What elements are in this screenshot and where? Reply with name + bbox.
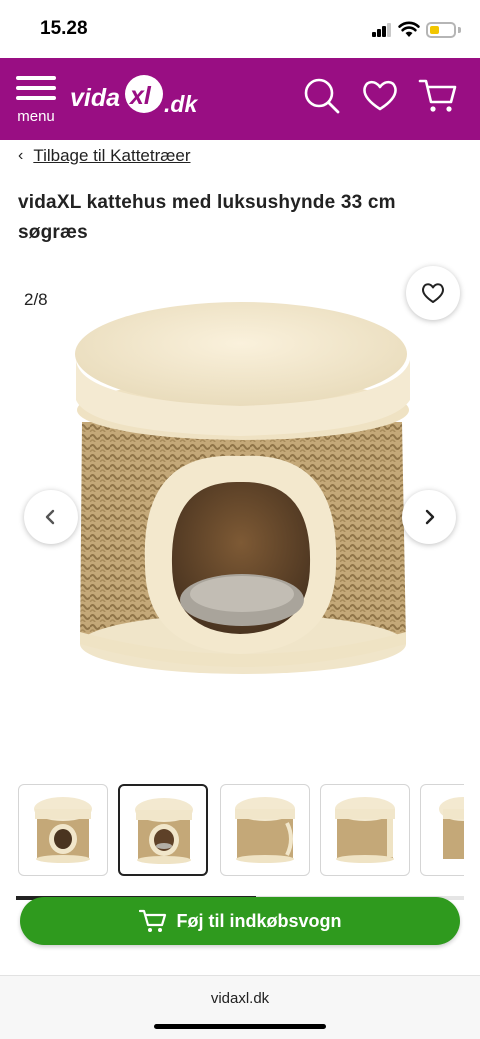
next-image-button[interactable]: [402, 490, 456, 544]
heart-icon[interactable]: [360, 76, 400, 116]
battery-icon: [426, 22, 456, 38]
thumbnail-image: [235, 797, 295, 863]
thumbnail-strip[interactable]: [18, 784, 464, 876]
thumbnail-1[interactable]: [18, 784, 108, 876]
previous-image-button[interactable]: [24, 490, 78, 544]
logo-text-right: .dk: [164, 91, 198, 117]
image-counter: 2/8: [24, 290, 48, 309]
add-to-cart-button[interactable]: Føj til indkøbsvogn: [20, 897, 460, 945]
home-indicator[interactable]: [154, 1024, 326, 1029]
url-label[interactable]: vidaxl.dk: [0, 990, 480, 1007]
logo-text-mid: xl: [128, 82, 152, 110]
heart-icon: [422, 283, 444, 303]
thumbnail-2[interactable]: [118, 784, 208, 876]
thumbnail-image: [34, 797, 92, 863]
menu-label: menu: [17, 108, 55, 125]
product-image[interactable]: [40, 282, 440, 722]
search-icon[interactable]: [302, 76, 342, 116]
battery-level: [430, 26, 439, 34]
chevron-right-icon: [425, 509, 435, 525]
chevron-left-icon: [45, 509, 55, 525]
breadcrumb-link[interactable]: Tilbage til Kattetræer: [33, 146, 190, 166]
status-bar: 15.28: [0, 0, 480, 58]
logo-text-left: vida: [70, 84, 120, 112]
thumbnail-image: [135, 798, 193, 864]
wishlist-button[interactable]: [406, 266, 460, 320]
thumbnail-image: [335, 797, 395, 863]
battery-cap: [458, 27, 461, 33]
menu-button[interactable]: menu: [14, 76, 58, 128]
browser-bar: vidaxl.dk: [0, 975, 480, 1039]
cart-icon: [138, 909, 166, 932]
breadcrumb[interactable]: ‹ Tilbage til Kattetræer: [18, 144, 191, 168]
thumbnail-4[interactable]: [320, 784, 410, 876]
product-gallery[interactable]: 2/8: [0, 262, 480, 762]
thumbnail-3[interactable]: [220, 784, 310, 876]
signal-icon: [372, 23, 392, 37]
add-to-cart-label: Føj til indkøbsvogn: [176, 910, 342, 931]
thumbnail-image: [439, 797, 464, 859]
cart-icon[interactable]: [418, 76, 458, 116]
vidaxl-logo[interactable]: vida xl .dk: [70, 72, 200, 120]
product-title: vidaXL kattehus med luksushynde 33 cm sø…: [18, 192, 396, 243]
site-header: menu vida xl .dk: [0, 58, 480, 140]
thumbnail-5[interactable]: [420, 784, 464, 876]
wifi-icon: [398, 21, 420, 37]
status-time: 15.28: [40, 18, 88, 39]
chevron-left-icon: ‹: [18, 147, 24, 164]
